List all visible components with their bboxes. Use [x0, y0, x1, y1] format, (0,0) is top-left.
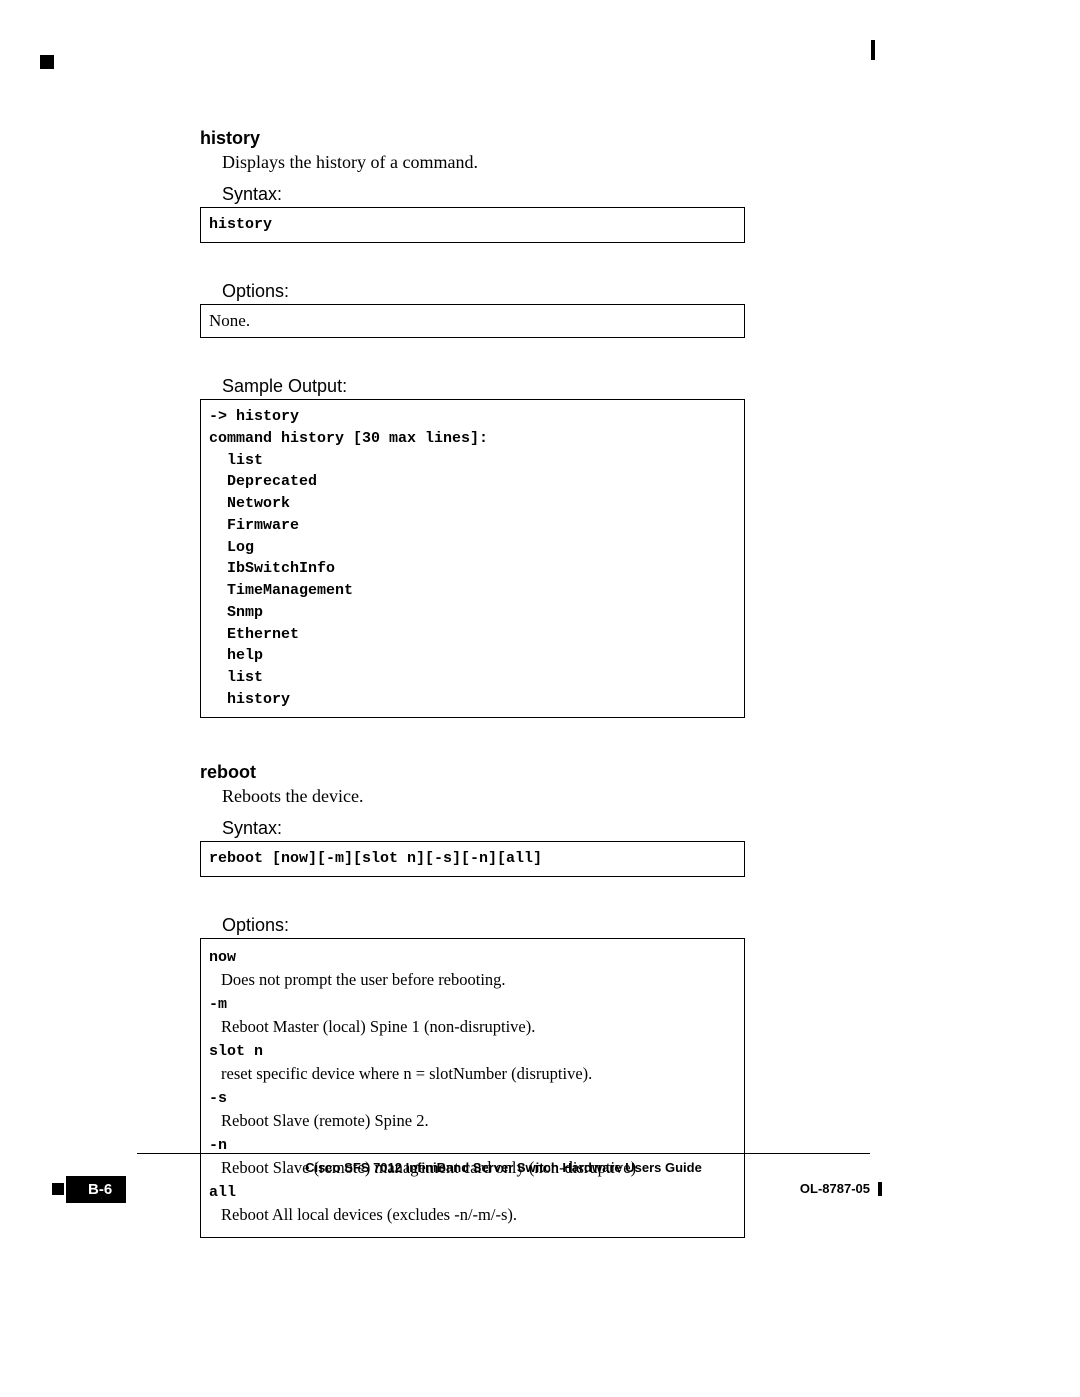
option-name: -m: [209, 996, 736, 1013]
option-item: -s Reboot Slave (remote) Spine 2.: [209, 1090, 736, 1131]
document-id: OL-8787-05: [800, 1181, 870, 1196]
option-desc: Does not prompt the user before rebootin…: [221, 970, 736, 990]
history-options: None.: [209, 311, 250, 330]
options-label: Options:: [222, 281, 745, 302]
reboot-options-box: now Does not prompt the user before rebo…: [200, 938, 745, 1238]
sample-output-label: Sample Output:: [222, 376, 745, 397]
syntax-label: Syntax:: [222, 818, 745, 839]
options-label: Options:: [222, 915, 745, 936]
option-desc: Reboot All local devices (excludes -n/-m…: [221, 1205, 736, 1225]
page-content: history Displays the history of a comman…: [200, 128, 745, 1238]
option-name: now: [209, 949, 736, 966]
reboot-syntax-box: reboot [now][-m][slot n][-s][-n][all]: [200, 841, 745, 877]
option-item: -m Reboot Master (local) Spine 1 (non-di…: [209, 996, 736, 1037]
history-syntax: history: [209, 216, 272, 233]
option-item: all Reboot All local devices (excludes -…: [209, 1184, 736, 1225]
option-name: slot n: [209, 1043, 736, 1060]
option-name: -s: [209, 1090, 736, 1107]
history-sample-box: -> history command history [30 max lines…: [200, 399, 745, 718]
option-desc: Reboot Slave (remote) Spine 2.: [221, 1111, 736, 1131]
reboot-description: Reboots the device.: [222, 785, 745, 808]
option-name: all: [209, 1184, 736, 1201]
option-item: now Does not prompt the user before rebo…: [209, 949, 736, 990]
syntax-label: Syntax:: [222, 184, 745, 205]
footer-title: Cisco SFS 7012 InfiniBand Server Switch …: [137, 1160, 870, 1175]
reboot-syntax: reboot [now][-m][slot n][-s][-n][all]: [209, 850, 542, 867]
reboot-heading: reboot: [200, 762, 745, 783]
history-options-box: None.: [200, 304, 745, 338]
option-desc: Reboot Master (local) Spine 1 (non-disru…: [221, 1017, 736, 1037]
crop-mark-square: [40, 55, 54, 69]
option-name: -n: [209, 1137, 736, 1154]
option-desc: reset specific device where n = slotNumb…: [221, 1064, 736, 1084]
option-item: slot n reset specific device where n = s…: [209, 1043, 736, 1084]
history-sample-output: -> history command history [30 max lines…: [209, 408, 488, 708]
history-description: Displays the history of a command.: [222, 151, 745, 174]
history-syntax-box: history: [200, 207, 745, 243]
crop-mark-tick: [871, 40, 875, 60]
page-number-badge: B-6: [66, 1176, 126, 1203]
footer-rule: [137, 1153, 870, 1154]
history-heading: history: [200, 128, 745, 149]
